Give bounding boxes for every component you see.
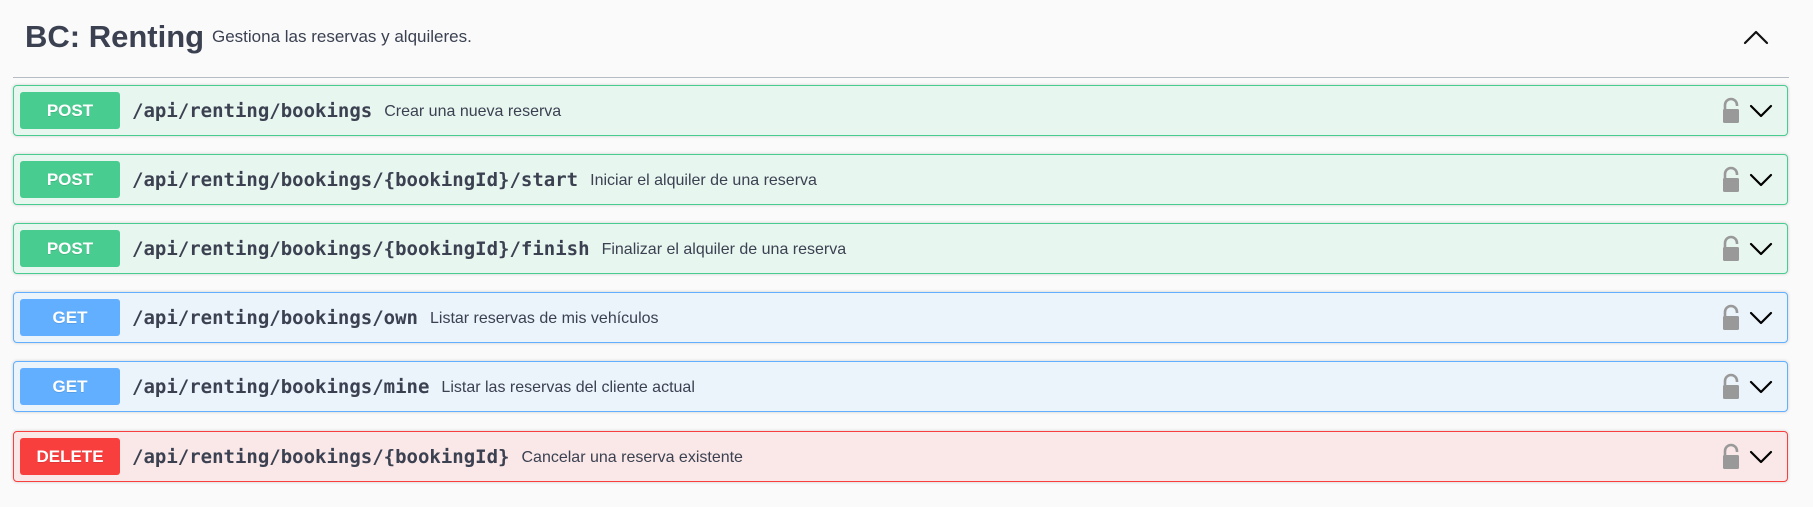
method-badge: GET bbox=[20, 368, 120, 405]
operation-path-wrapper: /api/renting/bookings/{bookingId}/finish… bbox=[132, 238, 846, 262]
section-header[interactable]: BC: Renting Gestiona las reservas y alqu… bbox=[13, 0, 1789, 78]
operation-delete-booking[interactable]: DELETE /api/renting/bookings/{bookingId}… bbox=[13, 431, 1788, 482]
chevron-down-icon[interactable] bbox=[1746, 167, 1776, 193]
method-badge: GET bbox=[20, 299, 120, 336]
operation-path: /api/renting/bookings/{bookingId} bbox=[132, 446, 510, 468]
operation-summary: Listar las reservas del cliente actual bbox=[441, 379, 695, 396]
chevron-down-icon[interactable] bbox=[1746, 98, 1776, 124]
method-badge: DELETE bbox=[20, 438, 120, 475]
chevron-down-icon[interactable] bbox=[1746, 305, 1776, 331]
operation-path-wrapper: /api/renting/bookings/mine Listar las res… bbox=[132, 376, 695, 400]
operation-path-wrapper: /api/renting/bookings Crear una nueva res… bbox=[132, 100, 561, 124]
operation-path-wrapper: /api/renting/bookings/own Listar reservas… bbox=[132, 307, 659, 331]
operation-summary: Cancelar una reserva existente bbox=[521, 449, 743, 466]
section-title: BC: Renting bbox=[25, 19, 205, 54]
chevron-up-icon bbox=[1743, 30, 1769, 45]
operation-path: /api/renting/bookings/mine bbox=[132, 376, 430, 398]
operation-summary: Finalizar el alquiler de una reserva bbox=[601, 241, 847, 258]
chevron-down-icon[interactable] bbox=[1746, 444, 1776, 470]
section-description: Gestiona las reservas y alquileres. bbox=[212, 27, 472, 46]
operation-path: /api/renting/bookings/{bookingId}/finish bbox=[132, 238, 590, 260]
operation-summary: Listar reservas de mis vehículos bbox=[429, 310, 659, 327]
method-badge: POST bbox=[20, 230, 120, 267]
chevron-down-icon[interactable] bbox=[1746, 236, 1776, 262]
lock-open-icon[interactable] bbox=[1720, 97, 1742, 125]
operation-summary: Iniciar el alquiler de una reserva bbox=[590, 172, 817, 189]
operation-get-bookings-own[interactable]: GET /api/renting/bookings/own Listar rese… bbox=[13, 292, 1788, 343]
chevron-down-icon[interactable] bbox=[1746, 374, 1776, 400]
method-badge: POST bbox=[20, 92, 120, 129]
operation-path-wrapper: /api/renting/bookings/{bookingId}/start I… bbox=[132, 169, 817, 193]
operation-post-booking-start[interactable]: POST /api/renting/bookings/{bookingId}/s… bbox=[13, 154, 1788, 205]
collapse-section-button[interactable] bbox=[1730, 20, 1782, 54]
lock-open-icon[interactable] bbox=[1720, 304, 1742, 332]
lock-open-icon[interactable] bbox=[1720, 166, 1742, 194]
operation-path: /api/renting/bookings/own bbox=[132, 307, 418, 329]
lock-open-icon[interactable] bbox=[1720, 235, 1742, 263]
operation-path-wrapper: /api/renting/bookings/{bookingId} Cancela… bbox=[132, 446, 743, 470]
operation-get-bookings-mine[interactable]: GET /api/renting/bookings/mine Listar las… bbox=[13, 361, 1788, 412]
api-section-renting: BC: Renting Gestiona las reservas y alqu… bbox=[0, 0, 1813, 507]
operation-summary: Crear una nueva reserva bbox=[384, 103, 562, 120]
operation-path: /api/renting/bookings bbox=[132, 100, 373, 122]
method-badge: POST bbox=[20, 161, 120, 198]
operation-path: /api/renting/bookings/{bookingId}/start bbox=[132, 169, 579, 191]
lock-open-icon[interactable] bbox=[1720, 373, 1742, 401]
operation-post-booking-finish[interactable]: POST /api/renting/bookings/{bookingId}/f… bbox=[13, 223, 1788, 274]
operation-post-bookings[interactable]: POST /api/renting/bookings Crear una nuev… bbox=[13, 85, 1788, 136]
lock-open-icon[interactable] bbox=[1720, 443, 1742, 471]
